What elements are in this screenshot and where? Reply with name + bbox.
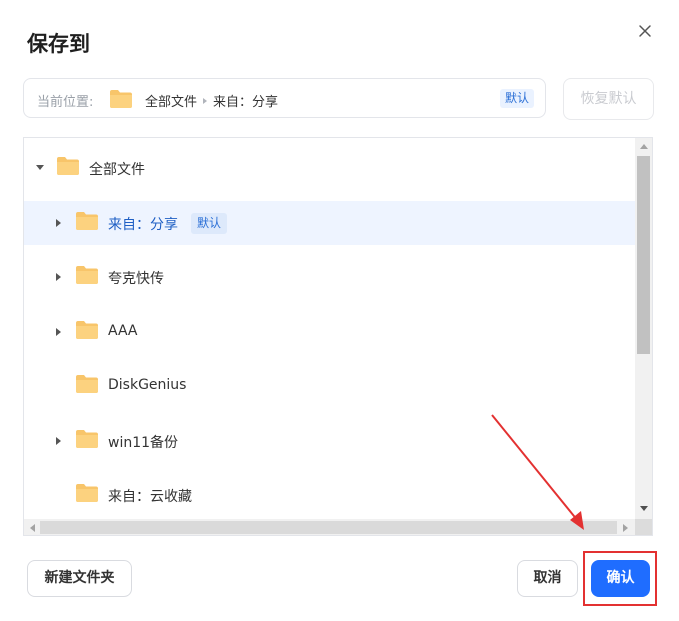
tree-item-label: 来自：分享: [108, 217, 178, 233]
caret-right-icon[interactable]: [56, 273, 61, 281]
horizontal-scrollbar[interactable]: [24, 519, 635, 535]
folder-icon: [56, 156, 80, 180]
scroll-down-icon[interactable]: [640, 506, 648, 511]
default-badge: 默认: [191, 213, 228, 234]
tree-item-quark-transfer[interactable]: 夸克快传: [24, 255, 636, 299]
breadcrumb-separator-icon: [203, 97, 208, 104]
save-to-dialog: 保存到 当前位置: 全部文件 来自：分享 默认 恢复默认 全部文件 来自：分享 …: [0, 0, 679, 621]
tree-item-aaa[interactable]: AAA: [24, 310, 636, 354]
folder-icon: [75, 265, 99, 289]
caret-right-icon[interactable]: [56, 328, 61, 336]
breadcrumb: 全部文件 来自：分享: [145, 91, 278, 110]
tree-item-label: 夸克快传: [108, 271, 164, 287]
tree-item-shared[interactable]: 来自：分享 默认: [24, 201, 636, 245]
scrollbar-thumb[interactable]: [40, 521, 617, 534]
tree-item-label: DiskGenius: [108, 377, 187, 393]
scroll-left-icon[interactable]: [30, 524, 35, 532]
scrollbar-corner: [635, 519, 652, 535]
folder-icon: [75, 374, 99, 398]
scroll-up-icon[interactable]: [640, 144, 648, 149]
breadcrumb-current: 来自：分享: [213, 95, 279, 110]
default-badge: 默认: [500, 89, 535, 108]
scroll-right-icon[interactable]: [623, 524, 628, 532]
tree-item-label: 全部文件: [89, 162, 145, 178]
scrollbar-thumb[interactable]: [637, 156, 650, 354]
folder-icon: [75, 211, 99, 235]
folder-icon: [75, 429, 99, 453]
tree-item-all-files[interactable]: 全部文件: [24, 146, 636, 190]
dialog-title: 保存到: [27, 32, 90, 56]
new-folder-button[interactable]: 新建文件夹: [27, 560, 132, 597]
caret-right-icon[interactable]: [56, 219, 61, 227]
vertical-scrollbar[interactable]: [635, 138, 652, 519]
folder-icon: [109, 89, 133, 113]
tree-item-label: win11备份: [108, 435, 179, 451]
tree-item-diskgenius[interactable]: DiskGenius: [24, 364, 636, 408]
caret-right-icon[interactable]: [56, 437, 61, 445]
restore-default-button[interactable]: 恢复默认: [563, 78, 654, 120]
close-icon[interactable]: [634, 20, 656, 42]
current-location-bar: 当前位置: 全部文件 来自：分享 默认: [23, 78, 546, 118]
tree-item-cloud-favorites[interactable]: 来自：云收藏: [24, 473, 636, 517]
tree-item-win11-backup[interactable]: win11备份: [24, 419, 636, 463]
folder-icon: [75, 483, 99, 507]
folder-icon: [75, 320, 99, 344]
folder-tree: 全部文件 来自：分享 默认 夸克快传 AAA DiskGenius win11备…: [23, 137, 653, 536]
caret-down-icon[interactable]: [36, 165, 44, 170]
breadcrumb-root[interactable]: 全部文件: [145, 91, 197, 110]
tree-item-label: AAA: [108, 323, 138, 339]
annotation-highlight-box: [583, 551, 657, 606]
cancel-button[interactable]: 取消: [517, 560, 578, 597]
location-label: 当前位置:: [37, 95, 94, 110]
tree-item-label: 来自：云收藏: [108, 489, 192, 505]
